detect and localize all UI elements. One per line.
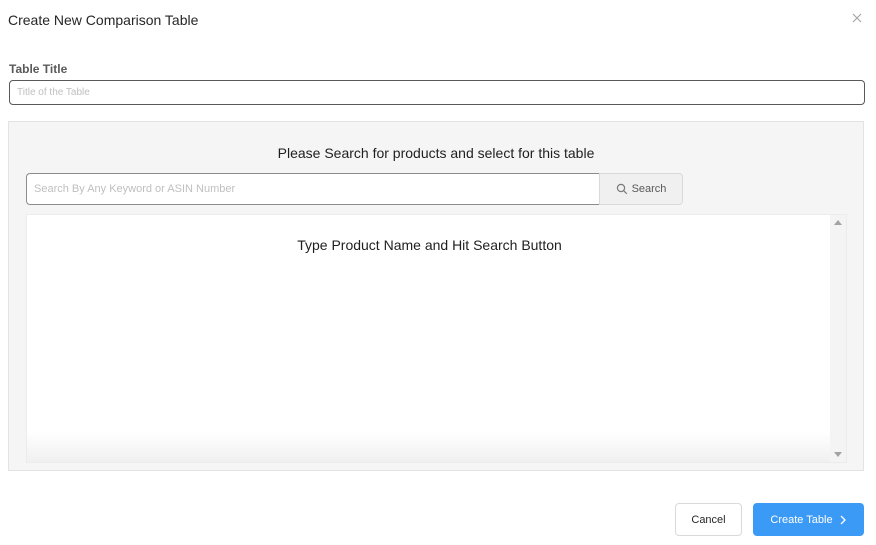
dialog-title: Create New Comparison Table — [8, 12, 199, 28]
close-icon — [852, 13, 862, 23]
results-scrollbar[interactable] — [830, 215, 846, 462]
product-search-panel: Please Search for products and select fo… — [8, 121, 864, 471]
product-search-input[interactable] — [26, 173, 600, 205]
create-table-button-label: Create Table — [770, 513, 833, 526]
scroll-down-arrow-icon[interactable] — [834, 452, 842, 457]
empty-results-message: Type Product Name and Hit Search Button — [297, 237, 562, 253]
table-title-label: Table Title — [9, 62, 68, 76]
scroll-up-arrow-icon[interactable] — [834, 220, 842, 225]
search-heading: Please Search for products and select fo… — [277, 145, 595, 161]
search-button[interactable]: Search — [599, 173, 683, 205]
search-icon — [616, 183, 627, 195]
cancel-button-label: Cancel — [691, 513, 726, 526]
create-comparison-table-dialog: Create New Comparison Table Table Title … — [0, 0, 876, 545]
create-table-button[interactable]: Create Table — [753, 503, 864, 536]
close-button[interactable] — [849, 10, 865, 26]
search-results-area: Type Product Name and Hit Search Button — [26, 214, 847, 463]
table-title-input[interactable] — [9, 80, 865, 105]
chevron-right-icon — [840, 515, 846, 524]
cancel-button[interactable]: Cancel — [675, 503, 742, 536]
search-button-label: Search — [631, 183, 667, 195]
